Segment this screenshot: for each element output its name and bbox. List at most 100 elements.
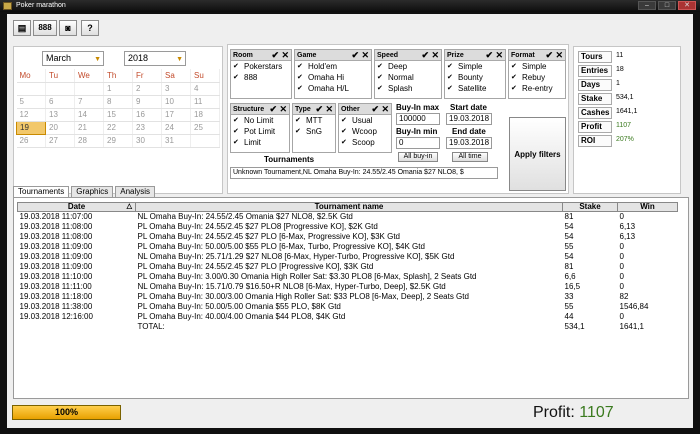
calendar-day[interactable]: 1 [103, 82, 133, 96]
calendar-day[interactable]: 6 [45, 95, 75, 109]
close-button[interactable]: ✕ [678, 1, 696, 10]
structure-checkbox[interactable]: Limit [231, 137, 289, 148]
check-all-icon[interactable]: ✔ [351, 50, 359, 61]
table-row[interactable]: 19.03.2018 11:08:00 PL Omaha Buy-In: 24.5… [18, 232, 678, 242]
all-buyin-button[interactable]: All buy-in [398, 152, 438, 162]
other-checkbox[interactable]: Wcoop [339, 126, 391, 137]
maximize-button[interactable]: □ [658, 1, 676, 10]
game-checkbox[interactable]: Hold'em [295, 61, 371, 72]
help-button[interactable]: ? [81, 20, 99, 36]
calendar-day[interactable]: 20 [45, 121, 75, 135]
month-select[interactable]: March ▼ [42, 51, 104, 66]
end-date-input[interactable]: 19.03.2018 [446, 137, 492, 149]
calendar-day[interactable] [190, 134, 220, 148]
year-select[interactable]: 2018 ▼ [124, 51, 186, 66]
check-all-icon[interactable]: ✔ [371, 104, 379, 115]
table-row[interactable]: TOTAL: 534,1 1641,1 [18, 322, 678, 332]
calendar-day[interactable]: 11 [190, 95, 220, 109]
calendar-day[interactable]: 4 [190, 82, 220, 96]
calendar-day-today[interactable]: 19 [16, 120, 46, 135]
table-row[interactable]: 19.03.2018 11:09:00 PL Omaha Buy-In: 24.5… [18, 262, 678, 272]
table-row[interactable]: 19.03.2018 11:09:00 PL Omaha Buy-In: 50.0… [18, 242, 678, 252]
structure-checkbox[interactable]: Pot Limit [231, 126, 289, 137]
calendar-day[interactable]: 31 [161, 134, 191, 148]
other-checkbox[interactable]: Usual [339, 115, 391, 126]
buyin-max-input[interactable]: 100000 [396, 113, 440, 125]
clear-icon[interactable]: ✕ [325, 104, 333, 115]
minimize-button[interactable]: – [638, 1, 656, 10]
calendar-day[interactable]: 16 [132, 108, 162, 122]
table-row[interactable]: 19.03.2018 12:16:00 PL Omaha Buy-In: 40.0… [18, 312, 678, 322]
room-checkbox[interactable]: Pokerstars [231, 61, 291, 72]
calendar-day[interactable]: 24 [161, 121, 191, 135]
clear-icon[interactable]: ✕ [279, 104, 287, 115]
format-checkbox[interactable]: Simple [509, 61, 565, 72]
table-row[interactable]: 19.03.2018 11:38:00 PL Omaha Buy-In: 50.0… [18, 302, 678, 312]
calendar-day[interactable]: 10 [161, 95, 191, 109]
calendar-day[interactable]: 18 [190, 108, 220, 122]
tab-graphics[interactable]: Graphics [71, 186, 114, 197]
calendar-day[interactable]: 5 [16, 95, 46, 109]
table-row[interactable]: 19.03.2018 11:09:00 NL Omaha Buy-In: 25.7… [18, 252, 678, 262]
table-row[interactable]: 19.03.2018 11:18:00 PL Omaha Buy-In: 30.0… [18, 292, 678, 302]
speed-checkbox[interactable]: Normal [375, 72, 441, 83]
apply-filters-button[interactable]: Apply filters [509, 117, 566, 191]
calendar-day[interactable]: 12 [16, 108, 46, 122]
calendar-day[interactable]: 2 [132, 82, 162, 96]
all-time-button[interactable]: All time [452, 152, 488, 162]
calendar-day[interactable]: 9 [132, 95, 162, 109]
format-checkbox[interactable]: Re-entry [509, 83, 565, 94]
calendar-day[interactable]: 7 [74, 95, 104, 109]
calendar-day[interactable]: 22 [103, 121, 133, 135]
prize-checkbox[interactable]: Satellite [445, 83, 505, 94]
clear-icon[interactable]: ✕ [381, 104, 389, 115]
notes-button[interactable]: ▤ [13, 20, 31, 36]
table-row[interactable]: 19.03.2018 11:10:00 PL Omaha Buy-In: 3.00… [18, 272, 678, 282]
tab-analysis[interactable]: Analysis [115, 186, 156, 197]
game-checkbox[interactable]: Omaha H/L [295, 83, 371, 94]
clear-icon[interactable]: ✕ [361, 50, 369, 61]
column-header-stake[interactable]: Stake [562, 202, 618, 212]
calendar-day[interactable]: 13 [45, 108, 75, 122]
check-all-icon[interactable]: ✔ [315, 104, 323, 115]
speed-checkbox[interactable]: Deep [375, 61, 441, 72]
table-row[interactable]: 19.03.2018 11:07:00 NL Omaha Buy-In: 24.5… [18, 212, 678, 222]
check-all-icon[interactable]: ✔ [485, 50, 493, 61]
clear-icon[interactable]: ✕ [495, 50, 503, 61]
888-button[interactable]: 888 [33, 20, 57, 36]
calendar-day[interactable]: 30 [132, 134, 162, 148]
game-checkbox[interactable]: Omaha Hi [295, 72, 371, 83]
speed-checkbox[interactable]: Splash [375, 83, 441, 94]
column-header-date[interactable]: Date △ [17, 202, 136, 212]
format-checkbox[interactable]: Rebuy [509, 72, 565, 83]
calendar-day[interactable] [74, 82, 104, 96]
clear-icon[interactable]: ✕ [281, 50, 289, 61]
table-row[interactable]: 19.03.2018 11:08:00 PL Omaha Buy-In: 24.5… [18, 222, 678, 232]
calendar-day[interactable] [16, 82, 46, 96]
calendar-day[interactable]: 28 [74, 134, 104, 148]
table-row[interactable]: 19.03.2018 11:11:00 NL Omaha Buy-In: 15.7… [18, 282, 678, 292]
check-all-icon[interactable]: ✔ [421, 50, 429, 61]
check-all-icon[interactable]: ✔ [271, 50, 279, 61]
calendar-day[interactable]: 29 [103, 134, 133, 148]
tournaments-field[interactable]: Unknown Tournament,NL Omaha Buy-In: 24.5… [230, 167, 498, 179]
prize-checkbox[interactable]: Simple [445, 61, 505, 72]
camera-button[interactable]: ◙ [59, 20, 77, 36]
column-header-name[interactable]: Tournament name [135, 202, 563, 212]
start-date-input[interactable]: 19.03.2018 [446, 113, 492, 125]
check-all-icon[interactable]: ✔ [545, 50, 553, 61]
calendar-day[interactable] [45, 82, 75, 96]
clear-icon[interactable]: ✕ [555, 50, 563, 61]
calendar-day[interactable]: 26 [16, 134, 46, 148]
room-checkbox[interactable]: 888 [231, 72, 291, 83]
other-checkbox[interactable]: Scoop [339, 137, 391, 148]
calendar-day[interactable]: 8 [103, 95, 133, 109]
prize-checkbox[interactable]: Bounty [445, 72, 505, 83]
structure-checkbox[interactable]: No Limit [231, 115, 289, 126]
calendar-day[interactable]: 27 [45, 134, 75, 148]
calendar-day[interactable]: 14 [74, 108, 104, 122]
clear-icon[interactable]: ✕ [431, 50, 439, 61]
calendar-day[interactable]: 3 [161, 82, 191, 96]
buyin-min-input[interactable]: 0 [396, 137, 440, 149]
calendar-day[interactable]: 23 [132, 121, 162, 135]
